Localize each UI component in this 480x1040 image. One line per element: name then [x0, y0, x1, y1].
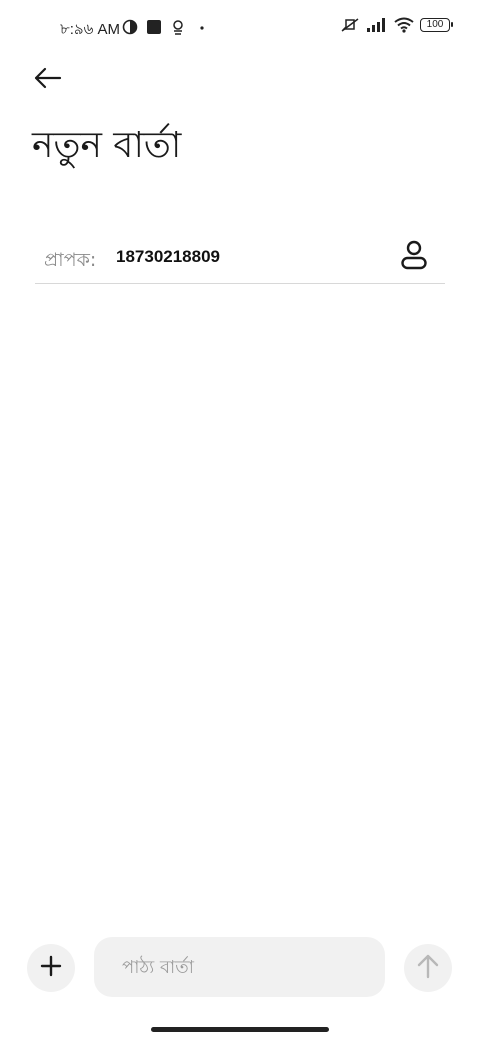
send-button[interactable]	[404, 944, 452, 992]
contact-picker-button[interactable]	[395, 239, 433, 275]
wifi-icon	[394, 17, 414, 33]
signal-icon	[366, 17, 388, 33]
status-time: ৮:৯৬ AM	[60, 21, 121, 38]
half-circle-icon	[122, 19, 138, 35]
recipient-input[interactable]: 18730218809	[116, 247, 220, 267]
status-left-icons	[122, 19, 210, 35]
arrow-up-icon	[416, 953, 440, 984]
status-bar: ৮:৯৬ AM 100	[0, 0, 480, 56]
dot-icon	[194, 19, 210, 35]
plus-icon	[40, 955, 62, 982]
status-right-icons: 100	[340, 17, 453, 33]
back-button[interactable]	[30, 64, 66, 96]
recipient-row: প্রাপক: 18730218809	[35, 230, 445, 284]
message-composer	[0, 932, 480, 1002]
person-icon	[400, 240, 428, 275]
home-indicator[interactable]	[151, 1027, 329, 1032]
square-notification-icon	[146, 19, 162, 35]
page-title: নতুন বার্তা	[32, 125, 182, 166]
location-pin-icon	[170, 19, 186, 35]
recipient-label: প্রাপক:	[44, 249, 97, 271]
mute-icon	[340, 17, 360, 33]
arrow-left-icon	[34, 67, 62, 94]
attach-button[interactable]	[27, 944, 75, 992]
battery-indicator: 100	[420, 18, 453, 32]
message-input[interactable]	[94, 937, 385, 997]
